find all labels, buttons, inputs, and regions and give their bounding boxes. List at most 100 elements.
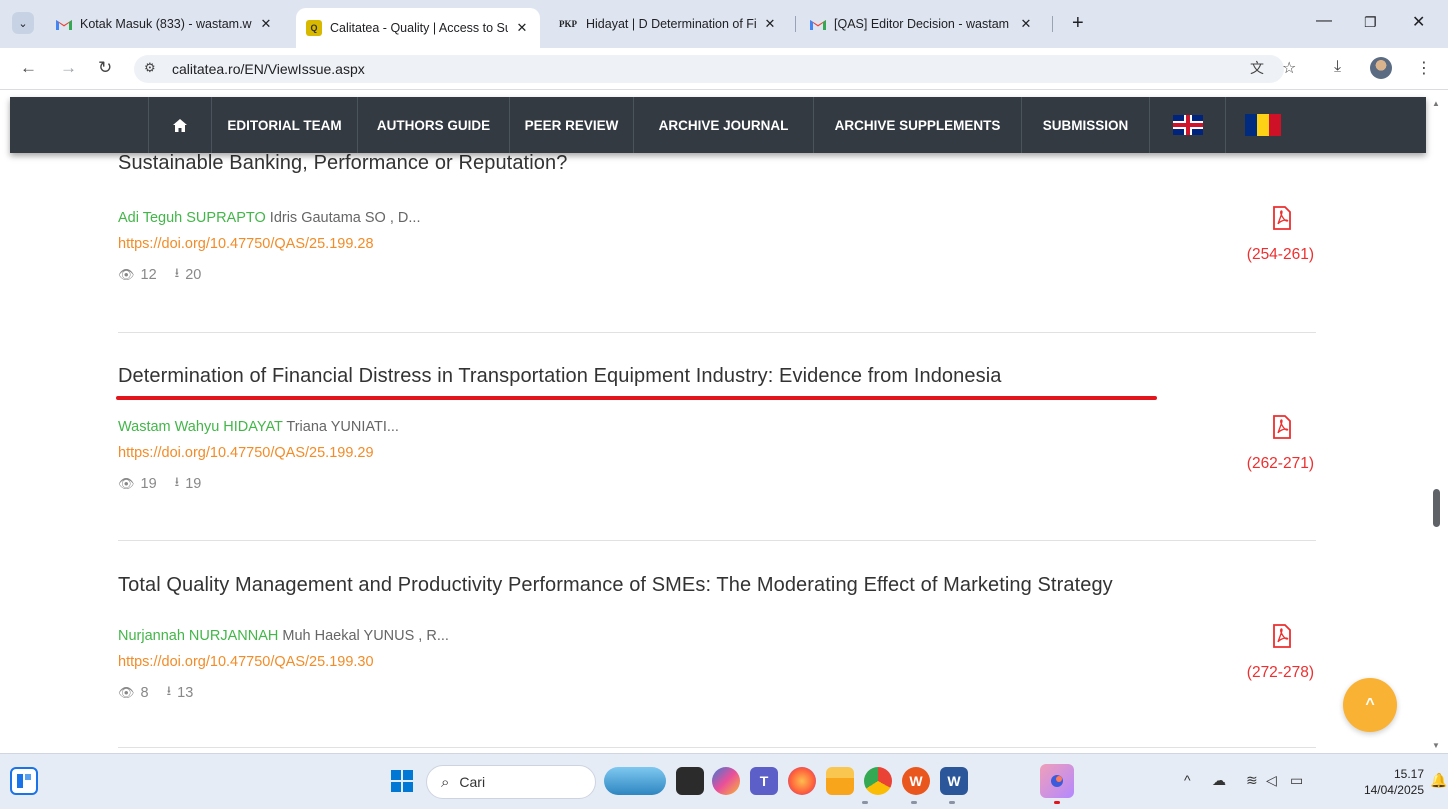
- page-range: (262-271): [1246, 455, 1314, 472]
- chrome-icon[interactable]: [864, 767, 892, 795]
- battery-icon[interactable]: ▭: [1290, 772, 1303, 789]
- app-icon[interactable]: [1040, 764, 1074, 798]
- highlight-underline: [116, 396, 1157, 400]
- forward-arrow-icon[interactable]: →: [60, 58, 77, 78]
- taskbar-search[interactable]: ⌕ Cari: [426, 765, 596, 799]
- page-scrollbar[interactable]: ▲ ▼: [1430, 97, 1444, 753]
- clock-time: 15.17: [1393, 767, 1424, 781]
- gmail-icon: [56, 16, 72, 32]
- nav-editorial-team[interactable]: EDITORIAL TEAM: [212, 97, 358, 153]
- tab-search-chevron-icon[interactable]: ⌄: [12, 12, 34, 34]
- address-bar[interactable]: ⚙ calitatea.ro/EN/ViewIssue.aspx: [134, 55, 1284, 83]
- file-explorer-icon[interactable]: [826, 767, 854, 795]
- nav-authors-guide[interactable]: AUTHORS GUIDE: [358, 97, 510, 153]
- translate-icon[interactable]: 文: [1250, 58, 1264, 78]
- widgets-icon[interactable]: [10, 767, 38, 795]
- scrollbar-thumb[interactable]: [1433, 489, 1440, 527]
- download-count-icon: ⭳: [174, 265, 180, 280]
- article-title-link[interactable]: Determination of Financial Distress in T…: [118, 365, 1316, 388]
- close-icon[interactable]: ✕: [514, 20, 530, 36]
- notification-bell-icon[interactable]: 🔔: [1430, 772, 1447, 789]
- bookmark-star-icon[interactable]: ☆: [1282, 58, 1296, 78]
- window-close-icon[interactable]: ✕: [1412, 12, 1425, 32]
- teams-icon[interactable]: T: [750, 767, 778, 795]
- menu-kebab-icon[interactable]: ⋮: [1416, 58, 1432, 78]
- site-navigation: EDITORIAL TEAM AUTHORS GUIDE PEER REVIEW…: [10, 97, 1426, 153]
- article-meta: Wastam Wahyu HIDAYAT Triana YUNIATI... h…: [118, 415, 1316, 495]
- article-authors: Nurjannah NURJANNAH Muh Haekal YUNUS , R…: [118, 628, 1316, 644]
- chevron-up-icon[interactable]: ^: [1184, 772, 1191, 788]
- scroll-up-arrow-icon[interactable]: ▲: [1432, 99, 1440, 108]
- url-text[interactable]: calitatea.ro/EN/ViewIssue.aspx: [172, 61, 365, 77]
- article-title-link[interactable]: Sustainable Banking, Performance or Repu…: [118, 152, 1316, 175]
- nav-peer-review[interactable]: PEER REVIEW: [510, 97, 634, 153]
- doi-link[interactable]: https://doi.org/10.47750/QAS/25.199.30: [118, 654, 1316, 670]
- close-icon[interactable]: ✕: [762, 16, 778, 32]
- nav-submission[interactable]: SUBMISSION: [1022, 97, 1150, 153]
- main-author-link[interactable]: Adi Teguh SUPRAPTO: [118, 210, 266, 226]
- clock-date: 14/04/2025: [1363, 783, 1424, 797]
- pdf-icon[interactable]: [1272, 624, 1292, 648]
- pdf-icon[interactable]: [1272, 206, 1292, 230]
- other-authors: Triana YUNIATI...: [282, 419, 399, 435]
- site-settings-icon[interactable]: ⚙: [144, 60, 156, 76]
- views-count: 12: [140, 267, 157, 283]
- search-highlight-icon[interactable]: [604, 767, 666, 795]
- search-label: Cari: [459, 774, 486, 790]
- minimize-icon[interactable]: —: [1316, 12, 1332, 30]
- task-view-icon[interactable]: [676, 767, 704, 795]
- tab-separator: [795, 16, 796, 32]
- article-authors: Wastam Wahyu HIDAYAT Triana YUNIATI...: [118, 419, 1316, 435]
- tab-title: Hidayat | D Determination of Fi: [586, 17, 756, 31]
- main-author-link[interactable]: Nurjannah NURJANNAH: [118, 628, 278, 644]
- close-icon[interactable]: ✕: [258, 16, 274, 32]
- views-count: 8: [140, 685, 149, 701]
- wps-office-icon[interactable]: W: [902, 767, 930, 795]
- article-divider: [118, 540, 1316, 541]
- system-clock[interactable]: 15.17 14/04/2025: [1346, 766, 1424, 798]
- tab-pkp-hidayat[interactable]: PKP Hidayat | D Determination of Fi ✕: [548, 8, 788, 40]
- doi-link[interactable]: https://doi.org/10.47750/QAS/25.199.29: [118, 445, 1316, 461]
- running-indicator: [911, 801, 917, 804]
- new-tab-button[interactable]: +: [1072, 12, 1084, 35]
- doi-link[interactable]: https://doi.org/10.47750/QAS/25.199.28: [118, 236, 1316, 252]
- nav-archive-journal[interactable]: ARCHIVE JOURNAL: [634, 97, 814, 153]
- tab-title: Calitatea - Quality | Access to Su: [330, 21, 508, 35]
- romanian-flag-link[interactable]: [1226, 97, 1300, 153]
- start-windows-icon[interactable]: [388, 767, 416, 795]
- download-icon[interactable]: ⤓: [1334, 58, 1341, 76]
- scroll-to-top-button[interactable]: ^: [1343, 678, 1397, 732]
- running-indicator: [1054, 801, 1060, 804]
- article-stats: 👁 8 ⭳ 13: [118, 682, 1316, 704]
- wifi-icon[interactable]: ≋: [1246, 772, 1258, 789]
- close-icon[interactable]: ✕: [1018, 16, 1034, 32]
- tab-calitatea[interactable]: Q Calitatea - Quality | Access to Su ✕: [296, 8, 540, 48]
- tab-gmail-editor-decision[interactable]: [QAS] Editor Decision - wastam ✕: [800, 8, 1044, 40]
- tab-gmail-inbox[interactable]: Kotak Masuk (833) - wastam.wa ✕: [46, 8, 284, 40]
- other-authors: Idris Gautama SO , D...: [265, 210, 421, 226]
- english-flag-link[interactable]: [1150, 97, 1226, 153]
- copilot-icon[interactable]: [712, 767, 740, 795]
- home-icon[interactable]: [148, 97, 212, 153]
- romania-flag-icon: [1245, 114, 1281, 136]
- running-indicator: [862, 801, 868, 804]
- pdf-icon[interactable]: [1272, 415, 1292, 439]
- firefox-icon[interactable]: [788, 767, 816, 795]
- article-divider: [118, 747, 1316, 748]
- network-security-icon[interactable]: ☁: [1212, 772, 1226, 789]
- reload-icon[interactable]: ↻: [98, 58, 112, 78]
- issue-content: Sustainable Banking, Performance or Repu…: [0, 90, 1430, 750]
- page-range: (272-278): [1246, 664, 1314, 681]
- tab-separator: [1052, 16, 1053, 32]
- scroll-down-arrow-icon[interactable]: ▼: [1432, 741, 1440, 750]
- main-author-link[interactable]: Wastam Wahyu HIDAYAT: [118, 419, 283, 435]
- back-arrow-icon[interactable]: ←: [20, 58, 37, 78]
- volume-icon[interactable]: ◁: [1266, 772, 1277, 789]
- article-title-link[interactable]: Total Quality Management and Productivit…: [118, 574, 1316, 597]
- profile-avatar[interactable]: [1370, 57, 1392, 79]
- uk-flag-icon: [1172, 115, 1203, 135]
- nav-archive-supplements[interactable]: ARCHIVE SUPPLEMENTS: [814, 97, 1022, 153]
- restore-icon[interactable]: ❐: [1364, 14, 1377, 31]
- word-icon[interactable]: W: [940, 767, 968, 795]
- download-count-icon: ⭳: [174, 474, 180, 489]
